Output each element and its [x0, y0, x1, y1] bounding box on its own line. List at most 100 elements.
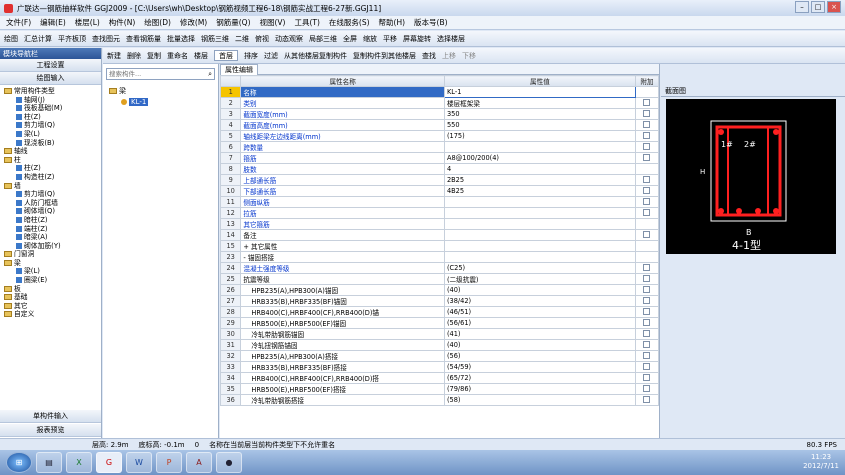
tree-item[interactable]: 构造柱(Z) [2, 173, 101, 182]
toolbar-btn-1[interactable]: 汇总计算 [24, 34, 52, 44]
move-up-button[interactable]: 上移 [442, 51, 456, 61]
extra-checkbox[interactable] [643, 230, 651, 238]
tree-item[interactable]: 墙 [2, 182, 101, 191]
minimize-button[interactable]: – [795, 1, 809, 13]
table-row[interactable]: 3 截面宽度(mm) 350 [220, 108, 659, 120]
property-value[interactable]: (C25) [443, 262, 636, 274]
table-row[interactable]: 6 跨数量 [220, 141, 659, 153]
extra-checkbox[interactable] [643, 186, 651, 194]
tree-item[interactable]: 梁(L) [2, 130, 101, 139]
extra-checkbox[interactable] [643, 318, 651, 326]
menu-item-6[interactable]: 钢筋量(Q) [216, 17, 250, 28]
start-button[interactable]: ⊞ [6, 452, 32, 473]
toolbar-btn-4[interactable]: 查看钢筋量 [126, 34, 161, 44]
report-preview-button[interactable]: 报表预览 [0, 424, 101, 437]
tree-item[interactable]: 常用构件类型 [2, 87, 101, 96]
extra-checkbox[interactable] [643, 98, 651, 106]
new-button[interactable]: 新建 [107, 51, 121, 61]
toolbar-btn-13[interactable]: 平移 [383, 34, 397, 44]
extra-checkbox[interactable] [643, 197, 651, 205]
menu-item-7[interactable]: 视图(V) [260, 17, 286, 28]
table-row[interactable]: 31 冷轧扭钢筋锚固 (40) [220, 339, 659, 351]
property-value[interactable]: 350 [443, 108, 636, 120]
menu-item-4[interactable]: 绘图(D) [144, 17, 171, 28]
extra-checkbox[interactable] [643, 263, 651, 271]
property-value[interactable] [443, 251, 636, 263]
floor-select[interactable]: 首层 [214, 50, 238, 61]
extra-checkbox[interactable] [643, 373, 651, 381]
table-row[interactable]: 2 类别 楼层框架梁 [220, 97, 659, 109]
move-down-button[interactable]: 下移 [462, 51, 476, 61]
tree-item[interactable]: 自定义 [2, 310, 101, 319]
property-value[interactable]: A8@100/200(4) [443, 152, 636, 164]
table-row[interactable]: 11 侧面纵筋 [220, 196, 659, 208]
property-value[interactable]: (41) [443, 328, 636, 340]
tree-item[interactable]: 剪力墙(Q) [2, 121, 101, 130]
menu-item-3[interactable]: 构件(N) [109, 17, 135, 28]
rename-button[interactable]: 重命名 [167, 51, 188, 61]
tree-item[interactable]: 暗梁(A) [2, 233, 101, 242]
project-settings-button[interactable]: 工程设置 [0, 59, 101, 72]
extra-checkbox[interactable] [643, 307, 651, 315]
table-row[interactable]: 32 HPB235(A),HPB300(A)搭接 (56) [220, 350, 659, 362]
copy-from-floor-button[interactable]: 从其他楼层复制构件 [284, 51, 347, 61]
table-row[interactable]: 25 抗震等级 (二级抗震) [220, 273, 659, 285]
powerpoint-icon[interactable]: P [156, 452, 182, 473]
table-row[interactable]: 29 HRB500(E),HRBF500(EF)锚固 (56/61) [220, 317, 659, 329]
table-row[interactable]: 34 HRB400(C),HRBF400(CF),RRB400(D)搭 (65/72… [220, 372, 659, 384]
extra-checkbox[interactable] [643, 362, 651, 370]
table-row[interactable]: 28 HRB400(C),HRBF400(CF),RRB400(D)锚 (46/51… [220, 306, 659, 318]
table-row[interactable]: 13 其它箍筋 [220, 218, 659, 230]
tree-item[interactable]: 门窗洞 [2, 250, 101, 259]
tree-item[interactable]: 筏板基础(M) [2, 104, 101, 113]
extra-checkbox[interactable] [643, 175, 651, 183]
toolbar-btn-0[interactable]: 绘图 [4, 34, 18, 44]
explorer-icon[interactable]: ▤ [36, 452, 62, 473]
tree-item[interactable]: 梁 [2, 259, 101, 268]
table-row[interactable]: 5 轴线距梁左边线距离(mm) (175) [220, 130, 659, 142]
word-icon[interactable]: W [126, 452, 152, 473]
extra-checkbox[interactable] [643, 109, 651, 117]
property-value[interactable]: (58) [443, 394, 636, 406]
toolbar-btn-9[interactable]: 动态观察 [275, 34, 303, 44]
table-row[interactable]: 10 下部通长筋 4B25 [220, 185, 659, 197]
extra-checkbox[interactable] [643, 395, 651, 403]
excel-icon[interactable]: X [66, 452, 92, 473]
toolbar-btn-7[interactable]: 二维 [235, 34, 249, 44]
extra-checkbox[interactable] [643, 351, 651, 359]
property-value[interactable]: (175) [443, 130, 636, 142]
single-component-input-button[interactable]: 单构件输入 [0, 410, 101, 423]
tree-item[interactable]: 砌体墙(Q) [2, 207, 101, 216]
property-value[interactable] [443, 141, 636, 153]
menu-item-2[interactable]: 楼层(L) [75, 17, 100, 28]
access-icon[interactable]: A [186, 452, 212, 473]
table-row[interactable]: 12 拉筋 [220, 207, 659, 219]
property-value[interactable]: (46/51) [443, 306, 636, 318]
toolbar-btn-2[interactable]: 平齐板顶 [58, 34, 86, 44]
tree-item[interactable]: 轴线 [2, 147, 101, 156]
toolbar-btn-10[interactable]: 局部三维 [309, 34, 337, 44]
tree-item[interactable]: 柱 [2, 156, 101, 165]
table-row[interactable]: 30 冷轧带肋钢筋锚固 (41) [220, 328, 659, 340]
table-row[interactable]: 9 上部通长筋 2B25 [220, 174, 659, 186]
property-value[interactable] [443, 196, 636, 208]
extra-checkbox[interactable] [643, 120, 651, 128]
toolbar-btn-14[interactable]: 屏幕旋转 [403, 34, 431, 44]
table-row[interactable]: 24 混凝土强度等级 (C25) [220, 262, 659, 274]
toolbar-btn-11[interactable]: 全屏 [343, 34, 357, 44]
tree-item[interactable]: 梁(L) [2, 267, 101, 276]
tree-item[interactable]: 砌体加筋(Y) [2, 242, 101, 251]
tree-node-beam[interactable]: 梁 [109, 86, 218, 96]
delete-button[interactable]: 删除 [127, 51, 141, 61]
extra-checkbox[interactable] [643, 329, 651, 337]
table-row[interactable]: 33 HRB335(B),HRBF335(BF)搭接 (54/59) [220, 361, 659, 373]
maximize-button[interactable]: □ [811, 1, 825, 13]
property-value[interactable]: 550 [443, 119, 636, 131]
property-value[interactable]: (54/59) [443, 361, 636, 373]
tree-item[interactable]: 暗柱(Z) [2, 216, 101, 225]
menu-item-5[interactable]: 修改(M) [180, 17, 207, 28]
close-button[interactable]: × [827, 1, 841, 13]
find-button[interactable]: 查找 [422, 51, 436, 61]
toolbar-btn-12[interactable]: 缩放 [363, 34, 377, 44]
toolbar-btn-5[interactable]: 批量选择 [167, 34, 195, 44]
